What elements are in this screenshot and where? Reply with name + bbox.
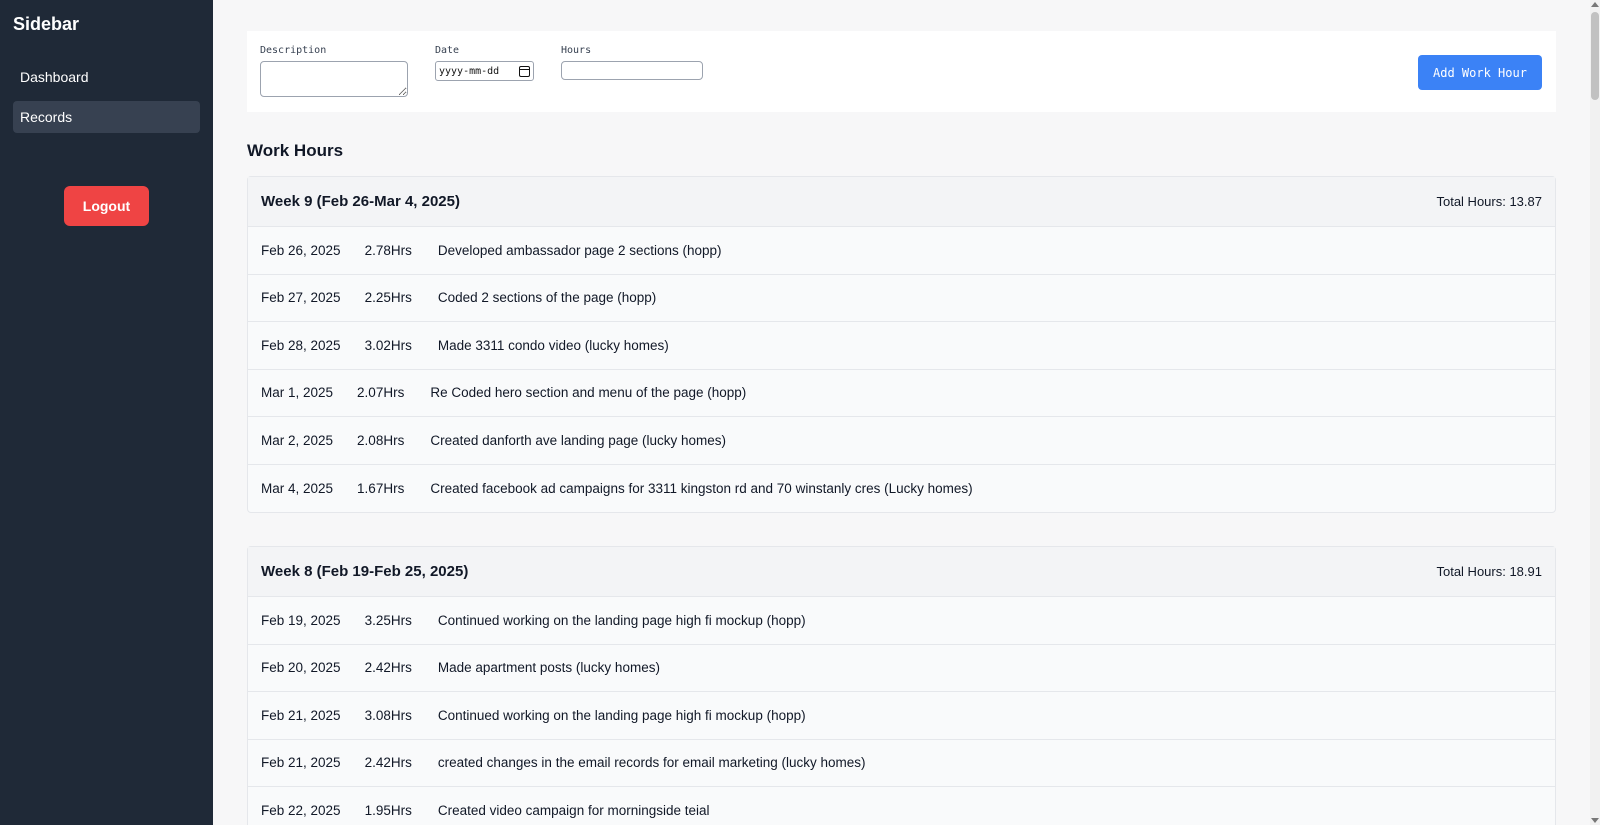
work-hour-row: Feb 28, 2025 3.02Hrs Made 3311 condo video… [248, 322, 1555, 370]
scroll-down-arrow-icon[interactable] [1591, 818, 1599, 823]
week-total-hours: Total Hours: 13.87 [1436, 194, 1542, 209]
entry-hours: 3.08Hrs [364, 707, 412, 723]
week-card: Week 8 (Feb 19-Feb 25, 2025) Total Hours:… [247, 546, 1556, 825]
entry-date: Feb 28, 2025 [261, 337, 341, 353]
entry-date: Feb 21, 2025 [261, 755, 341, 771]
entry-description: Continued working on the landing page hi… [437, 612, 806, 628]
logout-button[interactable]: Logout [64, 186, 149, 226]
work-hour-row: Feb 26, 2025 2.78Hrs Developed ambassador … [248, 227, 1555, 275]
description-label: Description [260, 45, 327, 56]
entry-description: Developed ambassador page 2 sections (ho… [437, 242, 722, 258]
entry-date: Feb 21, 2025 [261, 707, 341, 723]
week-title: Week 8 (Feb 19-Feb 25, 2025) [261, 563, 469, 580]
hours-field-group: Hours [561, 45, 703, 80]
entry-hours: 1.95Hrs [364, 803, 412, 819]
sidebar-item-dashboard[interactable]: Dashboard [13, 61, 200, 93]
entry-description: Created video campaign for morningside t… [437, 803, 710, 819]
week-header: Week 9 (Feb 26-Mar 4, 2025) Total Hours: … [248, 177, 1555, 227]
entry-date: Feb 27, 2025 [261, 290, 341, 306]
entry-description: Coded 2 sections of the page (hopp) [437, 290, 657, 306]
entry-description: Made 3311 condo video (lucky homes) [437, 337, 669, 353]
entry-date: Mar 4, 2025 [261, 480, 334, 496]
work-hour-row: Feb 19, 2025 3.25Hrs Continued working on … [248, 597, 1555, 645]
hours-input[interactable] [561, 61, 703, 80]
sidebar-title: Sidebar [13, 14, 80, 34]
entry-date: Feb 19, 2025 [261, 612, 341, 628]
main-content: Description Date yyyy-mm-dd Hours Add Wo… [213, 0, 1590, 825]
work-hour-row: Mar 4, 2025 1.67Hrs Created facebook ad ca… [248, 465, 1555, 513]
entry-date: Mar 1, 2025 [261, 385, 334, 401]
entry-date: Feb 20, 2025 [261, 660, 341, 676]
entry-hours: 3.02Hrs [364, 337, 412, 353]
calendar-icon[interactable] [519, 65, 530, 77]
scroll-up-arrow-icon[interactable] [1591, 2, 1599, 7]
sidebar: Sidebar Dashboard Records Logout [0, 0, 213, 825]
sidebar-nav: Dashboard Records [13, 61, 200, 133]
entry-hours: 2.42Hrs [364, 755, 412, 771]
entry-hours: 2.07Hrs [357, 385, 405, 401]
work-hour-row: Mar 2, 2025 2.08Hrs Created danforth ave l… [248, 417, 1555, 465]
description-field-group: Description [260, 45, 408, 97]
work-hour-row: Feb 21, 2025 3.08Hrs Continued working on … [248, 692, 1555, 740]
entry-date: Feb 22, 2025 [261, 803, 341, 819]
entry-description: Continued working on the landing page hi… [437, 707, 806, 723]
week-total-hours: Total Hours: 18.91 [1436, 564, 1542, 579]
work-hour-row: Feb 21, 2025 2.42Hrs created changes in th… [248, 740, 1555, 787]
week-header: Week 8 (Feb 19-Feb 25, 2025) Total Hours:… [248, 547, 1555, 597]
entry-date: Feb 26, 2025 [261, 242, 341, 258]
date-input[interactable]: yyyy-mm-dd [435, 61, 534, 81]
entry-description: Made apartment posts (lucky homes) [437, 660, 660, 676]
description-input[interactable] [260, 61, 408, 97]
entry-hours: 2.42Hrs [364, 660, 412, 676]
scrollbar-thumb[interactable] [1591, 12, 1599, 100]
date-label: Date [435, 45, 460, 56]
entry-hours: 3.25Hrs [364, 612, 412, 628]
entry-hours: 2.08Hrs [357, 432, 405, 448]
add-work-hour-button[interactable]: Add Work Hour [1418, 55, 1542, 90]
date-field-group: Date yyyy-mm-dd [435, 45, 534, 81]
entry-hours: 2.25Hrs [364, 290, 412, 306]
entry-date: Mar 2, 2025 [261, 432, 334, 448]
week-card: Week 9 (Feb 26-Mar 4, 2025) Total Hours: … [247, 176, 1556, 513]
entry-description: Created facebook ad campaigns for 3311 k… [430, 480, 973, 496]
entry-hours: 2.78Hrs [364, 242, 412, 258]
work-hour-row: Feb 27, 2025 2.25Hrs Coded 2 sections of t… [248, 275, 1555, 322]
scrollbar[interactable] [1590, 0, 1600, 825]
entry-hours: 1.67Hrs [357, 480, 405, 496]
hours-label: Hours [561, 45, 592, 56]
entry-description: Created danforth ave landing page (lucky… [430, 432, 727, 448]
add-work-hour-form: Description Date yyyy-mm-dd Hours Add Wo… [247, 31, 1556, 112]
section-title: Work Hours [247, 141, 344, 160]
work-hour-row: Feb 22, 2025 1.95Hrs Created video campaig… [248, 787, 1555, 825]
work-hour-row: Mar 1, 2025 2.07Hrs Re Coded hero section … [248, 370, 1555, 417]
entry-description: Re Coded hero section and menu of the pa… [430, 385, 747, 401]
entry-description: created changes in the email records for… [437, 755, 866, 771]
week-title: Week 9 (Feb 26-Mar 4, 2025) [261, 193, 460, 210]
weeks-list: Week 9 (Feb 26-Mar 4, 2025) Total Hours: … [247, 176, 1556, 825]
date-placeholder: yyyy-mm-dd [439, 65, 500, 77]
sidebar-item-records[interactable]: Records [13, 101, 200, 133]
work-hour-row: Feb 20, 2025 2.42Hrs Made apartment posts … [248, 645, 1555, 692]
